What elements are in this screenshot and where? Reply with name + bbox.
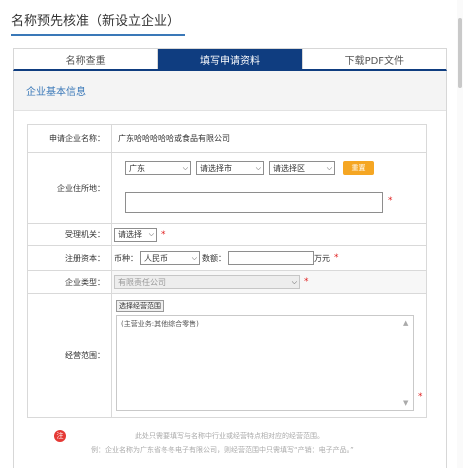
row-business-scope: 经营范围： 选择经营范围 (主营业务:其他综合零售) ▲ ▼ * [28, 293, 426, 417]
select-scope-button[interactable]: 选择经营范围 [116, 300, 164, 312]
required-mark: * [418, 392, 423, 402]
required-mark: * [304, 277, 309, 287]
scroll-up-icon[interactable]: ▲ [403, 319, 408, 327]
scroll-down-icon[interactable]: ▼ [403, 399, 408, 407]
row-company-name: 申请企业名称： 广东哈哈哈哈哈或食品有限公司 [28, 125, 426, 152]
amount-unit: 万元 [314, 253, 330, 263]
row-company-type: 企业类型： 有限责任公司 ⌵ * [28, 270, 426, 293]
hint-box: 注 此处只需要填写与名称中行业或经营特点相对应的经营范围。 例：企业名称为广东省… [27, 426, 427, 460]
required-mark: * [334, 253, 339, 263]
city-select[interactable]: 请选择市 ⌵ [196, 161, 264, 175]
amount-label: 数额： [202, 253, 226, 263]
reset-button[interactable]: 重置 [343, 161, 374, 175]
address-label: 企业住所地： [28, 153, 112, 223]
chevron-down-icon: ⌵ [291, 277, 297, 286]
company-name-label: 申请企业名称： [28, 125, 112, 152]
tab-name-check[interactable]: 名称查重 [14, 49, 158, 69]
authority-select[interactable]: 请选择 ⌵ [114, 227, 157, 242]
chevron-down-icon: ⌵ [255, 163, 261, 172]
district-select[interactable]: 请选择区 ⌵ [269, 161, 335, 175]
required-mark: * [161, 229, 166, 240]
title-underline [11, 34, 185, 36]
company-type-label: 企业类型： [28, 271, 112, 293]
note-icon: 注 [54, 430, 66, 442]
address-detail-input[interactable] [125, 192, 383, 213]
section-header: 企业基本信息 [14, 71, 446, 111]
hint-line-1: 此处只需要填写与名称中行业或经营特点相对应的经营范围。 [135, 432, 324, 440]
capital-label: 注册资本： [28, 246, 112, 270]
row-capital: 注册资本： 币种： 人民币 ⌵ 数额： 万元 * [28, 245, 426, 270]
tab-fill-application[interactable]: 填写申请资料 [157, 49, 302, 69]
company-name-value: 广东哈哈哈哈哈或食品有限公司 [118, 134, 230, 143]
hint-line-2: 例：企业名称为广东省冬冬电子有限公司，则经营范围中只需填写“产销：电子产品。” [91, 446, 354, 454]
business-scope-label: 经营范围： [28, 294, 112, 417]
textarea-scrollbar[interactable]: ▲ ▼ [402, 317, 412, 409]
chevron-down-icon: ⌵ [326, 163, 332, 172]
page-scrollbar-thumb[interactable] [458, 18, 462, 88]
chevron-down-icon: ⌵ [182, 163, 188, 172]
row-authority: 受理机关： 请选择 ⌵ * [28, 223, 426, 245]
page-title: 名称预先核准（新设立企业） [11, 14, 181, 29]
chevron-down-icon: ⌵ [191, 253, 197, 262]
section-title: 企业基本信息 [26, 87, 86, 98]
amount-input[interactable] [228, 251, 314, 265]
tab-bar: 名称查重 填写申请资料 下载PDF文件 [13, 48, 447, 71]
company-info-form: 申请企业名称： 广东哈哈哈哈哈或食品有限公司 企业住所地： 广东 ⌵ 请选择市 ⌵ … [27, 124, 427, 418]
currency-label: 币种： [114, 253, 138, 263]
business-scope-textarea[interactable]: (主营业务:其他综合零售) ▲ ▼ [116, 315, 414, 411]
required-mark: * [388, 196, 393, 206]
currency-select[interactable]: 人民币 ⌵ [140, 251, 200, 265]
tab-download-pdf[interactable]: 下载PDF文件 [301, 49, 446, 69]
province-select[interactable]: 广东 ⌵ [125, 161, 191, 175]
page-scrollbar[interactable] [457, 0, 463, 468]
row-address: 企业住所地： 广东 ⌵ 请选择市 ⌵ 请选择区 ⌵ 重置 * [28, 152, 426, 223]
authority-label: 受理机关： [28, 224, 112, 245]
chevron-down-icon: ⌵ [148, 230, 154, 238]
company-type-select: 有限责任公司 ⌵ [114, 275, 300, 289]
